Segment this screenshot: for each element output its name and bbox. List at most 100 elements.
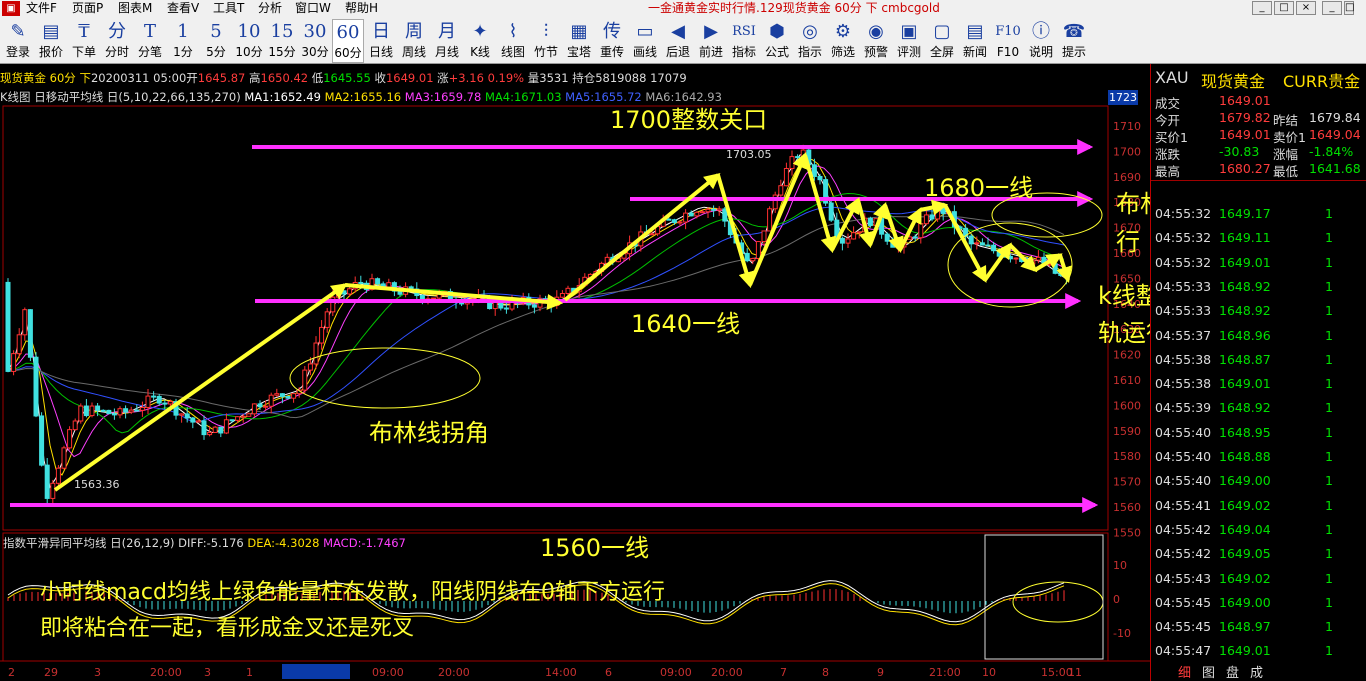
tick-row-9: 04:55:40 1648.95 1 <box>1151 425 1366 449</box>
macd-field-0: 指数平滑异同平均线 日(26,12,9) <box>3 536 175 550</box>
candle-body-144 <box>811 164 817 177</box>
quote-symbol: XAU <box>1155 68 1189 87</box>
toolbar-button-15[interactable]: ⌇ 线图 <box>497 19 529 63</box>
child-minimize-button[interactable]: _ <box>1322 1 1342 15</box>
toolbar-button-28[interactable]: ▢ 全屏 <box>926 19 958 63</box>
time-tick-3: 20:00 <box>150 666 182 679</box>
candle-body-54 <box>307 363 313 371</box>
macd-field-1: DIFF:-5.176 <box>174 536 244 550</box>
tick-price: 1649.02 <box>1219 570 1271 586</box>
tick-price: 1648.92 <box>1219 278 1271 294</box>
toolbar-button-1[interactable]: ▤ 报价 <box>35 19 67 63</box>
candle-body-164 <box>923 214 929 225</box>
candle-body-13 <box>78 405 84 422</box>
trend-arrow-4[interactable] <box>748 152 808 286</box>
menu-file[interactable]: 文件F <box>26 1 57 16</box>
toolbar-button-26[interactable]: ◉ 预警 <box>860 19 892 63</box>
tick-volume: 1 <box>1325 424 1333 440</box>
toolbar-button-20[interactable]: ◀ 后退 <box>662 19 694 63</box>
toolbar-button-22[interactable]: RSI 指标 <box>728 19 760 63</box>
toolbar-button-7[interactable]: 10 10分 <box>233 19 265 63</box>
toolbar-button-10[interactable]: 60 60分 <box>332 19 364 63</box>
candle-body-35 <box>201 420 207 436</box>
toolbar-label-27: 评测 <box>896 45 921 59</box>
candle-body-36 <box>207 431 213 436</box>
tab-detail[interactable]: 细 <box>1178 662 1191 681</box>
toolbar-button-11[interactable]: 日日线 <box>365 19 397 63</box>
tick-time: 04:55:40 <box>1155 473 1212 489</box>
quote-high-label: 最高 <box>1155 164 1181 179</box>
tick-price: 1648.92 <box>1219 400 1271 416</box>
quote-open-row: 今开 1679.82 昨结 1679.84 <box>1151 110 1366 128</box>
toolbar-button-8[interactable]: 15 15分 <box>266 19 298 63</box>
toolbar-icon-11: 日 <box>372 21 390 42</box>
candle-body-126 <box>711 208 717 211</box>
trend-arrow-2[interactable] <box>563 172 721 302</box>
tick-price: 1649.04 <box>1219 521 1271 537</box>
toolbar-button-16[interactable]: ⫶ 竹节 <box>530 19 562 63</box>
tab-trades[interactable]: 成 <box>1250 662 1263 681</box>
toolbar-button-25[interactable]: ⚙ 筛选 <box>827 19 859 63</box>
price-tick-2: 1690 <box>1113 171 1141 184</box>
trend-arrow-3[interactable] <box>716 174 755 289</box>
toolbar-button-18[interactable]: 传重传 <box>596 19 628 63</box>
candle-body-10 <box>61 447 67 469</box>
candle-body-100 <box>565 287 571 294</box>
toolbar-button-5[interactable]: 1 1分 <box>167 19 199 63</box>
toolbar-icon-32: ☎ <box>1062 21 1086 42</box>
candle-body-15 <box>89 405 95 417</box>
toolbar-button-24[interactable]: ◎ 指示 <box>794 19 826 63</box>
toolbar-button-19[interactable]: ▭ 画线 <box>629 19 661 63</box>
bollinger-turn-ellipse[interactable] <box>289 347 481 409</box>
menu-help[interactable]: 帮助H <box>345 1 378 16</box>
tick-price: 1649.01 <box>1219 376 1271 392</box>
menu-analysis[interactable]: 分析 <box>258 1 282 16</box>
toolbar-button-14[interactable]: ✦ K线 <box>464 19 496 63</box>
toolbar-button-6[interactable]: 5 5分 <box>200 19 232 63</box>
child-restore-button[interactable]: □ <box>1344 1 1354 15</box>
macd-highlight-box[interactable] <box>984 534 1104 660</box>
toolbar-button-9[interactable]: 30 30分 <box>299 19 331 63</box>
toolbar-icon-9: 30 <box>303 21 327 42</box>
trend-arrow-10[interactable] <box>898 207 922 251</box>
minimize-button[interactable]: _ <box>1252 1 1272 15</box>
toolbar-button-30[interactable]: F10 F10 <box>992 19 1024 63</box>
candle-body-176 <box>991 244 997 252</box>
toolbar-button-32[interactable]: ☎ 提示 <box>1058 19 1090 63</box>
candle-body-18 <box>106 409 112 415</box>
toolbar-button-0[interactable]: ✎ 登录 <box>2 19 34 63</box>
toolbar-button-2[interactable]: ₸ 下单 <box>68 19 100 63</box>
toolbar-button-31[interactable]: ⓘ 说明 <box>1025 19 1057 63</box>
toolbar-icon-16: ⫶ <box>543 21 549 42</box>
menu-tools[interactable]: 工具T <box>213 1 244 16</box>
candle-body-51 <box>291 393 297 399</box>
low-price-label: 1563.36 <box>74 478 120 491</box>
toolbar-button-23[interactable]: ⬢ 公式 <box>761 19 793 63</box>
toolbar-icon-28: ▢ <box>933 21 951 42</box>
tab-chart[interactable]: 图 <box>1202 662 1215 681</box>
menu-page[interactable]: 页面P <box>72 1 103 16</box>
toolbar-button-4[interactable]: T 分笔 <box>134 19 166 63</box>
candle-body-34 <box>195 420 201 423</box>
candle-body-48 <box>274 393 280 396</box>
tab-depth[interactable]: 盘 <box>1226 662 1239 681</box>
toolbar-button-21[interactable]: ▶ 前进 <box>695 19 727 63</box>
panel-tabs: 细 图 盘 成 <box>1150 661 1366 681</box>
tick-price: 1648.96 <box>1219 327 1271 343</box>
close-button[interactable]: × <box>1296 1 1316 15</box>
toolbar-button-17[interactable]: ▦ 宝塔 <box>563 19 595 63</box>
restore-button[interactable]: □ <box>1274 1 1294 15</box>
tick-volume: 1 <box>1325 619 1333 635</box>
menu-view[interactable]: 查看V <box>167 1 199 16</box>
toolbar-label-29: 新闻 <box>962 45 987 59</box>
quote-change-value: -30.83 <box>1219 144 1260 159</box>
toolbar-button-27[interactable]: ▣ 评测 <box>893 19 925 63</box>
toolbar-button-13[interactable]: 月月线 <box>431 19 463 63</box>
candle-body-68 <box>386 282 392 288</box>
menu-window[interactable]: 窗口W <box>295 1 331 16</box>
candle-body-32 <box>184 413 190 419</box>
toolbar-button-29[interactable]: ▤ 新闻 <box>959 19 991 63</box>
toolbar-button-3[interactable]: 分分时 <box>101 19 133 63</box>
toolbar-button-12[interactable]: 周周线 <box>398 19 430 63</box>
menu-chart[interactable]: 图表M <box>118 1 152 16</box>
